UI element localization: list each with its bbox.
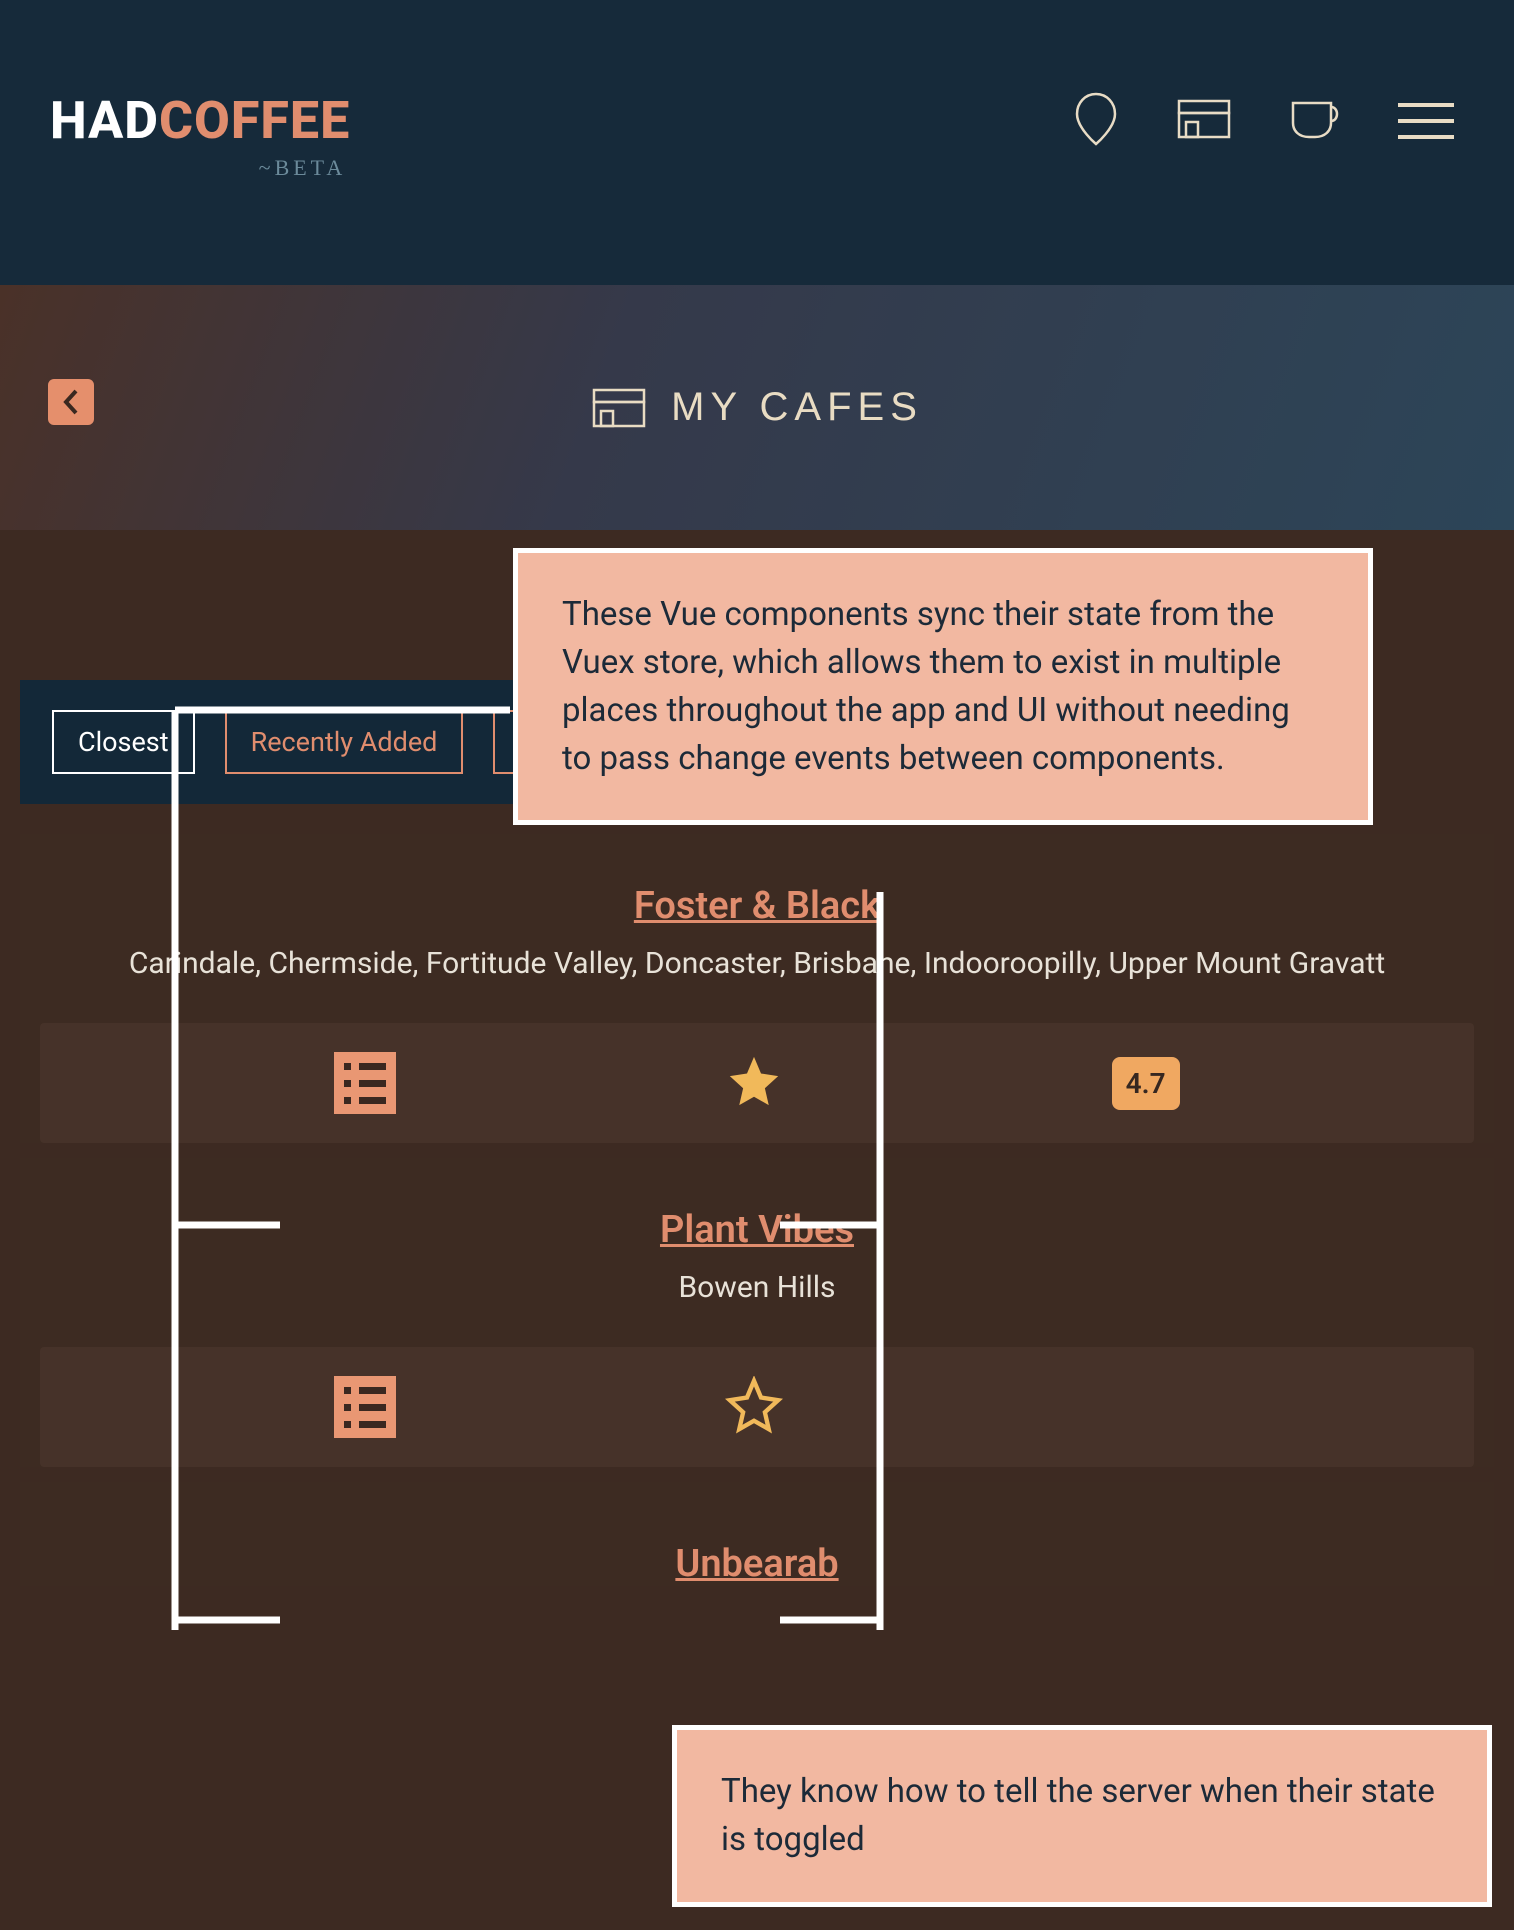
annotation-callout: These Vue components sync their state fr…: [513, 548, 1373, 825]
cafe-card: Unbearab: [20, 1482, 1494, 1586]
cafe-name-link[interactable]: Foster & Black: [40, 884, 1474, 928]
location-pin-icon[interactable]: [1071, 90, 1121, 152]
cafe-card: Plant Vibes Bowen Hills: [20, 1158, 1494, 1467]
main-content: Closest Recently Added Foster & Black Ca…: [0, 530, 1514, 1586]
logo-had: HAD: [50, 90, 159, 151]
star-filled-icon[interactable]: [725, 1052, 783, 1114]
coffee-cup-icon[interactable]: [1287, 97, 1343, 145]
list-icon[interactable]: [334, 1376, 396, 1438]
logo[interactable]: HADCOFFEE ~BETA: [50, 90, 350, 181]
logo-coffee: COFFEE: [159, 90, 350, 151]
hamburger-menu-icon[interactable]: [1398, 103, 1454, 139]
logo-text: HADCOFFEE: [50, 90, 350, 151]
cafe-locations: Bowen Hills: [40, 1270, 1474, 1305]
rating-badge: 4.7: [1112, 1057, 1180, 1110]
annotation-callout: They know how to tell the server when th…: [672, 1725, 1492, 1907]
cafe-card: Foster & Black Carindale, Chermside, For…: [20, 834, 1494, 1143]
page-title-text: MY CAFES: [671, 385, 923, 430]
back-button[interactable]: [48, 379, 94, 425]
cafe-name-link[interactable]: Unbearab: [40, 1542, 1474, 1586]
cafe-actions: [40, 1347, 1474, 1467]
storefront-icon: [591, 387, 647, 429]
cafe-locations: Carindale, Chermside, Fortitude Valley, …: [40, 946, 1474, 981]
page-title: MY CAFES: [591, 385, 923, 430]
tab-closest[interactable]: Closest: [52, 710, 195, 774]
header-icons: [1071, 90, 1454, 152]
storefront-icon[interactable]: [1176, 98, 1232, 144]
page-subheader: MY CAFES: [0, 285, 1514, 530]
app-header: HADCOFFEE ~BETA: [0, 0, 1514, 285]
list-icon[interactable]: [334, 1052, 396, 1114]
logo-beta: ~BETA: [259, 155, 347, 181]
star-outline-icon[interactable]: [725, 1376, 783, 1438]
cafe-name-link[interactable]: Plant Vibes: [40, 1208, 1474, 1252]
tab-recently-added[interactable]: Recently Added: [225, 710, 464, 774]
cafe-actions: 4.7: [40, 1023, 1474, 1143]
